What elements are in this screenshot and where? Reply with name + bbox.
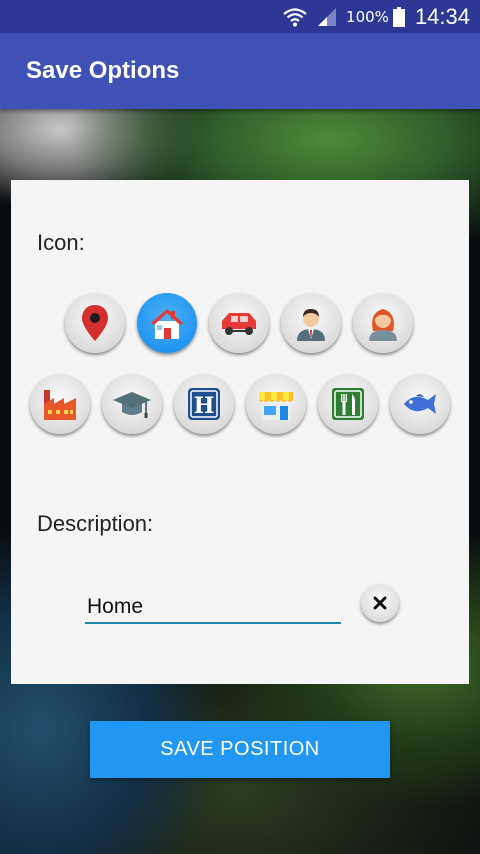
description-input[interactable] — [85, 592, 341, 624]
fish-icon — [404, 394, 436, 414]
icon-option-map-pin[interactable] — [65, 293, 125, 353]
icon-option-car[interactable] — [209, 293, 269, 353]
car-icon — [222, 313, 256, 335]
app-bar: Save Options — [0, 33, 480, 109]
clear-description-button[interactable] — [361, 584, 399, 622]
map-pin-icon — [82, 305, 108, 341]
icon-option-factory[interactable] — [30, 374, 90, 434]
wifi-icon — [283, 7, 307, 26]
battery-percent: 100% — [346, 7, 389, 26]
restaurant-icon — [332, 388, 364, 420]
graduation-cap-icon — [113, 392, 151, 418]
icon-option-graduation-cap[interactable] — [102, 374, 162, 434]
save-position-button[interactable]: SAVE POSITION — [90, 721, 390, 778]
hotel-letter: H — [194, 393, 215, 419]
icon-option-hotel[interactable]: H — [174, 374, 234, 434]
description-label: Description: — [37, 511, 154, 536]
shop-icon — [259, 392, 293, 420]
icon-label: Icon: — [37, 230, 85, 255]
woman-icon — [369, 309, 397, 341]
factory-icon — [44, 390, 76, 420]
battery-icon — [392, 6, 405, 27]
save-options-card: Icon: H Description: Home — [11, 180, 469, 684]
status-bar: 100% 14:34 — [0, 0, 480, 33]
page-title: Save Options — [26, 57, 180, 84]
close-icon — [373, 596, 387, 610]
icon-option-fish[interactable] — [390, 374, 450, 434]
icon-option-house[interactable] — [137, 293, 197, 353]
hotel-icon: H — [188, 388, 220, 420]
icon-option-man[interactable] — [281, 293, 341, 353]
man-icon — [297, 309, 325, 341]
icon-option-woman[interactable] — [353, 293, 413, 353]
signal-icon — [318, 7, 337, 26]
icon-option-restaurant[interactable] — [318, 374, 378, 434]
status-clock: 14:34 — [414, 3, 470, 29]
icon-option-shop[interactable] — [246, 374, 306, 434]
house-icon — [151, 309, 183, 339]
